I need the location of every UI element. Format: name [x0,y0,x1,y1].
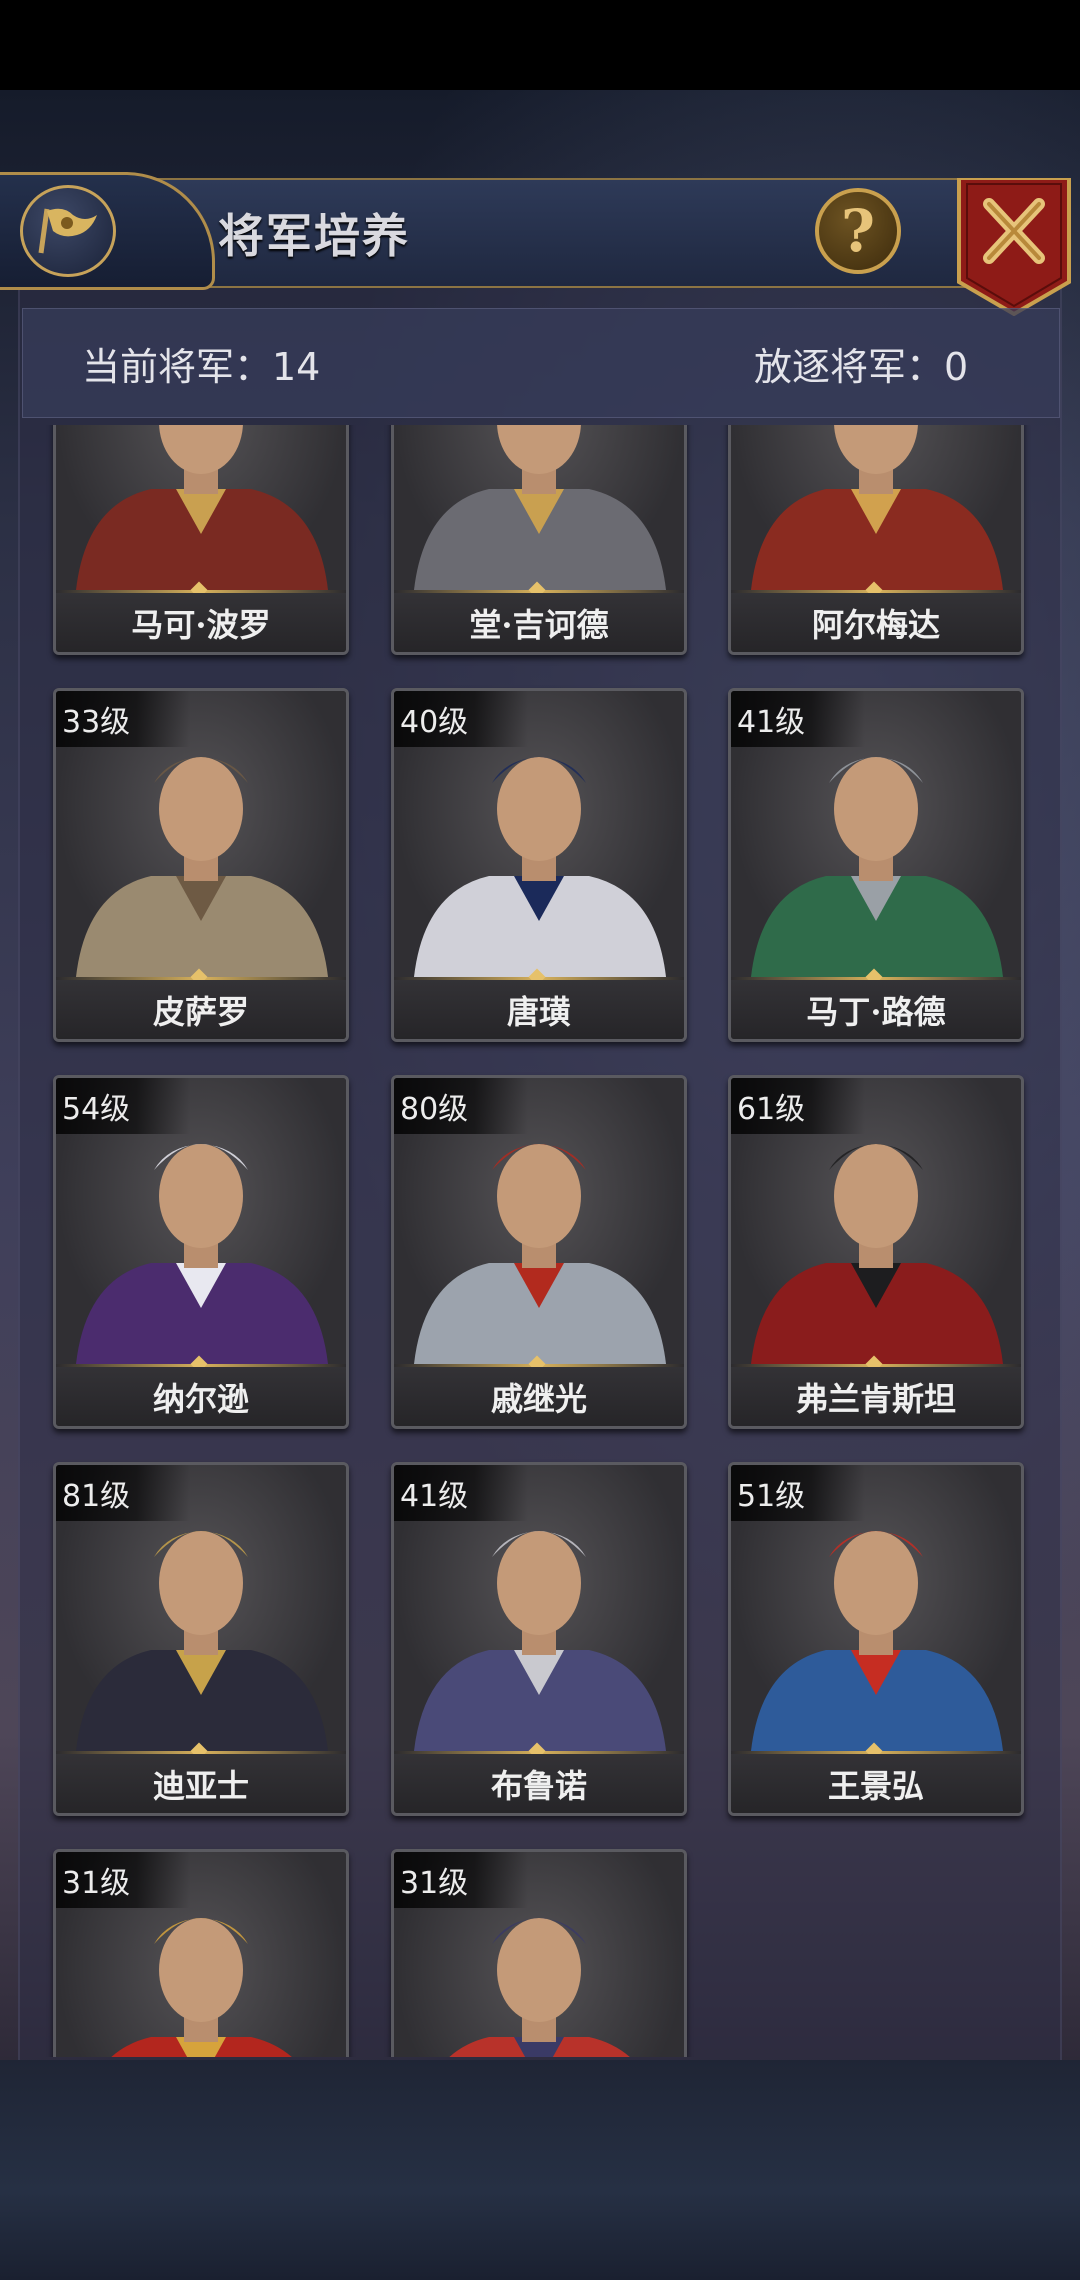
general-card[interactable]: 54级纳尔逊 [53,1075,349,1429]
general-card[interactable]: 41级马丁·路德 [728,688,1024,1042]
generals-grid: 马可·波罗 堂·吉诃德 阿尔梅达 33级 皮萨罗 40级 唐璜 41级 马丁·路德 54级 纳尔逊 8… [0,425,1080,2057]
general-card[interactable]: 80级戚继光 [391,1075,687,1429]
general-name: 戚继光 [394,1367,684,1426]
general-card[interactable]: 61级弗兰肯斯坦 [728,1075,1024,1429]
general-level-badge: 80级 [394,1078,529,1134]
general-card[interactable]: 33级皮萨罗 [53,688,349,1042]
general-level-badge: 40级 [394,691,529,747]
general-level-badge: 41级 [394,1465,529,1521]
close-button[interactable] [955,176,1073,317]
general-name: 王景弘 [731,1754,1021,1813]
general-portrait [731,425,1021,590]
general-portrait [56,425,346,590]
general-level-badge: 54级 [56,1078,191,1134]
general-card[interactable]: 31级达·芬奇 [391,1849,687,2057]
general-name: 皮萨罗 [56,980,346,1039]
general-name: 布鲁诺 [394,1754,684,1813]
general-level-badge: 31级 [394,1852,529,1908]
general-name: 纳尔逊 [56,1367,346,1426]
flag-emblem-icon [20,185,116,277]
general-card[interactable]: 31级李舜臣 [53,1849,349,2057]
general-level-badge: 61级 [731,1078,866,1134]
general-name: 唐璜 [394,980,684,1039]
general-name: 迪亚士 [56,1754,346,1813]
general-card[interactable]: 41级布鲁诺 [391,1462,687,1816]
general-level-badge: 33级 [56,691,191,747]
general-card[interactable]: 40级唐璜 [391,688,687,1042]
help-button[interactable]: ? [815,188,901,274]
general-name: 弗兰肯斯坦 [731,1367,1021,1426]
general-card[interactable]: 堂·吉诃德 [391,425,687,655]
background-bottom [0,2060,1080,2280]
page-title: 将军培养 [218,209,410,263]
general-card[interactable]: 51级王景弘 [728,1462,1024,1816]
general-card[interactable]: 马可·波罗 [53,425,349,655]
general-level-badge: 31级 [56,1852,191,1908]
close-icon [957,176,1071,317]
general-card[interactable]: 81级迪亚士 [53,1462,349,1816]
general-name: 阿尔梅达 [731,593,1021,652]
general-portrait [394,425,684,590]
general-name: 马可·波罗 [56,593,346,652]
status-bar [0,0,1080,90]
general-level-badge: 51级 [731,1465,866,1521]
current-generals-count: 当前将军：14 [82,345,321,389]
general-level-badge: 81级 [56,1465,191,1521]
general-level-badge: 41级 [731,691,866,747]
general-name: 马丁·路德 [731,980,1021,1039]
question-icon: ? [841,197,875,265]
exiled-generals-count: 放逐将军：0 [754,345,969,389]
general-name: 堂·吉诃德 [394,593,684,652]
general-card[interactable]: 阿尔梅达 [728,425,1024,655]
